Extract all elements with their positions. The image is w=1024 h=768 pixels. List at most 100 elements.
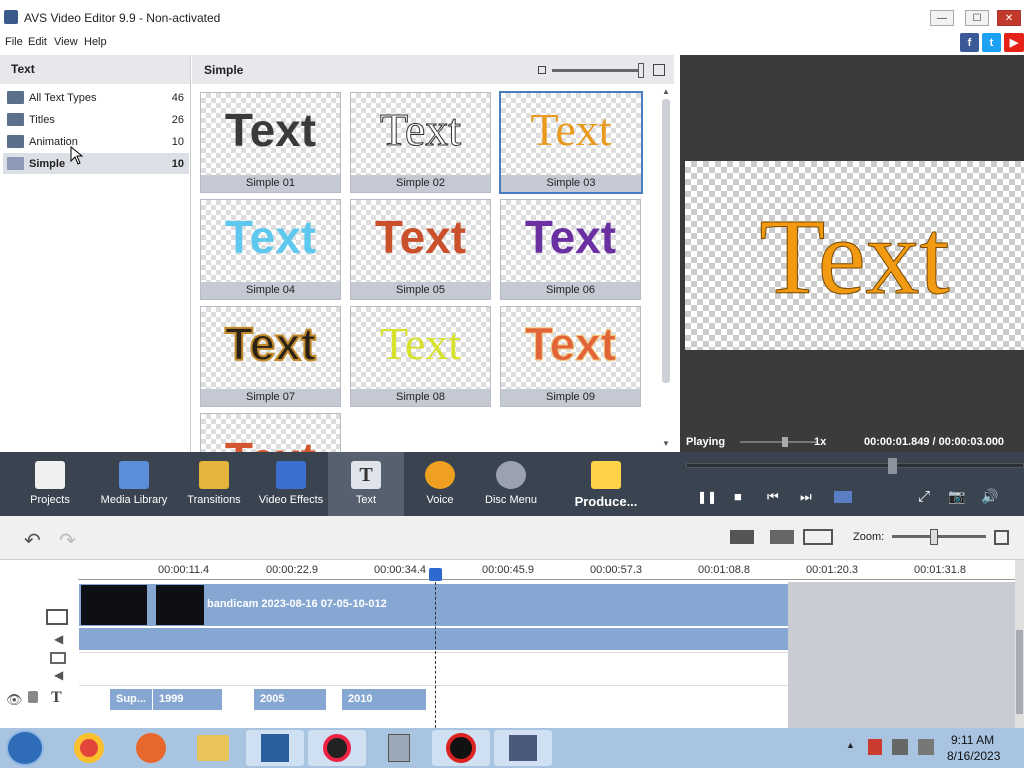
tool-media-library[interactable]: Media Library — [98, 452, 170, 516]
file-explorer-taskbar-icon[interactable] — [184, 730, 242, 766]
timeline-scrollbar-thumb[interactable] — [1016, 630, 1023, 714]
fullscreen-button[interactable]: ⤢ — [918, 488, 930, 505]
avs-editor-taskbar-icon[interactable] — [246, 730, 304, 766]
speed-slider[interactable] — [740, 441, 818, 443]
recorder-taskbar-icon[interactable] — [432, 730, 490, 766]
template-simple-02[interactable]: Text Simple 02 — [350, 92, 491, 193]
redo-icon[interactable]: ↷ — [59, 528, 76, 553]
thumb-size-slider-handle[interactable] — [638, 63, 644, 78]
lock-icon[interactable] — [28, 691, 38, 703]
template-simple-07[interactable]: Text Simple 07 — [200, 306, 341, 407]
clock-date[interactable]: 8/16/2023 — [947, 749, 1000, 763]
text-clip[interactable]: 1999 — [152, 689, 222, 710]
video-clip[interactable]: bandicam 2023-08-16 07-05-10-012 — [79, 584, 788, 626]
text-clip[interactable]: Sup... — [110, 689, 152, 710]
chrome-taskbar-icon[interactable] — [60, 730, 118, 766]
category-animation[interactable]: Animation 10 — [3, 131, 189, 152]
fit-zoom-icon[interactable] — [994, 530, 1009, 545]
youtube-icon[interactable]: ▶ — [1004, 33, 1024, 52]
clock-time[interactable]: 9:11 AM — [951, 733, 994, 747]
tool-text[interactable]: T Text — [328, 452, 404, 516]
volume-button[interactable]: 🔊 — [981, 488, 998, 505]
category-all-text-types[interactable]: All Text Types 46 — [3, 87, 189, 108]
speaker-muted-icon[interactable] — [918, 739, 934, 755]
template-preview-text: Text — [379, 318, 462, 369]
facebook-icon[interactable]: f — [960, 33, 979, 52]
tool-voice[interactable]: Voice — [412, 452, 468, 516]
template-simple-10[interactable]: Text — [200, 413, 341, 452]
category-simple[interactable]: Simple 10 — [3, 153, 189, 174]
scroll-up-icon[interactable]: ▲ — [662, 87, 670, 96]
template-simple-04[interactable]: Text Simple 04 — [200, 199, 341, 300]
tool-projects[interactable]: Projects — [18, 452, 82, 516]
split-clip-icon[interactable] — [730, 530, 754, 544]
stop-button[interactable]: ■ — [734, 489, 742, 504]
category-titles[interactable]: Titles 26 — [3, 109, 189, 130]
previous-frame-button[interactable]: ⏮ — [767, 489, 779, 505]
next-frame-button[interactable]: ⏭ — [800, 489, 812, 505]
timeline-scrollbar[interactable] — [1015, 560, 1024, 728]
clip-thumbnail — [156, 585, 204, 625]
show-hidden-icons[interactable]: ▲ — [846, 740, 855, 750]
eye-visibility-icon[interactable]: 👁 — [6, 692, 23, 708]
bandicam-taskbar-icon[interactable] — [308, 730, 366, 766]
audio-settings-icon[interactable] — [770, 530, 794, 544]
overlay-audio-icon[interactable]: ◀ — [54, 668, 63, 682]
playhead-handle[interactable] — [429, 568, 442, 581]
start-button[interactable] — [6, 730, 44, 766]
menu-edit[interactable]: Edit — [28, 36, 47, 48]
firefox-taskbar-icon[interactable] — [122, 730, 180, 766]
network-icon[interactable] — [892, 739, 908, 755]
template-simple-08[interactable]: Text Simple 08 — [350, 306, 491, 407]
menu-help[interactable]: Help — [84, 36, 107, 48]
ruler-tick: 00:00:34.4 — [374, 564, 426, 576]
maximize-button[interactable]: ☐ — [965, 10, 989, 26]
timecode-display: 00:00:01.849 / 00:00:03.000 — [864, 436, 1005, 448]
split-preview-icon[interactable] — [834, 491, 852, 503]
thumb-size-slider[interactable] — [552, 69, 644, 72]
template-simple-03[interactable]: Text Simple 03 — [499, 91, 643, 194]
audio-mute-icon[interactable]: ◀ — [54, 632, 63, 646]
template-label: Simple 03 — [501, 175, 641, 192]
tool-produce[interactable]: Produce... — [570, 452, 642, 516]
template-panel-title: Simple — [204, 63, 244, 77]
template-scrollbar[interactable]: ▲ ▼ — [661, 87, 671, 449]
category-label: All Text Types — [29, 91, 97, 104]
menu-file[interactable]: File — [5, 36, 23, 48]
template-simple-05[interactable]: Text Simple 05 — [350, 199, 491, 300]
template-simple-09[interactable]: Text Simple 09 — [500, 306, 641, 407]
zoom-slider-handle[interactable] — [930, 529, 938, 545]
template-simple-01[interactable]: Text Simple 01 — [200, 92, 341, 193]
twitter-icon[interactable]: t — [982, 33, 1001, 52]
scroll-down-icon[interactable]: ▼ — [662, 439, 670, 448]
tool-transitions[interactable]: Transitions — [182, 452, 246, 516]
minimize-button[interactable]: — — [930, 10, 954, 26]
text-clip[interactable]: 2010 — [342, 689, 426, 710]
text-clip[interactable]: 2005 — [254, 689, 326, 710]
template-preview-text: Text — [224, 317, 317, 371]
close-button[interactable]: ✕ — [997, 10, 1021, 26]
template-label: Simple 01 — [201, 175, 340, 192]
speed-slider-handle[interactable] — [782, 437, 788, 447]
seek-bar-handle[interactable] — [888, 458, 897, 474]
tool-video-effects[interactable]: Video Effects — [254, 452, 328, 516]
menu-view[interactable]: View — [54, 36, 78, 48]
calculator-taskbar-icon[interactable] — [370, 730, 428, 766]
template-preview-text: Text — [224, 211, 317, 263]
pause-button[interactable]: ❚❚ — [697, 490, 717, 504]
action-center-icon[interactable] — [868, 739, 882, 755]
undo-icon[interactable]: ↶ — [24, 528, 41, 553]
template-simple-06[interactable]: Text Simple 06 — [500, 199, 641, 300]
overlay-track[interactable] — [79, 652, 788, 686]
tool-disc-menu[interactable]: Disc Menu — [480, 452, 542, 516]
produce-clapperboard-icon — [591, 461, 621, 489]
timeline-ruler[interactable]: 00:00:11.4 00:00:22.9 00:00:34.4 00:00:4… — [0, 560, 1015, 582]
video-app-taskbar-icon[interactable] — [494, 730, 552, 766]
zoom-slider[interactable] — [892, 535, 986, 538]
display-mode-icon[interactable] — [803, 529, 833, 545]
seek-bar[interactable] — [686, 463, 1024, 468]
audio-clip[interactable] — [79, 628, 788, 650]
tool-label: Disc Menu — [485, 494, 537, 506]
snapshot-button[interactable]: 📷 — [948, 488, 965, 505]
scrollbar-thumb[interactable] — [662, 99, 670, 383]
